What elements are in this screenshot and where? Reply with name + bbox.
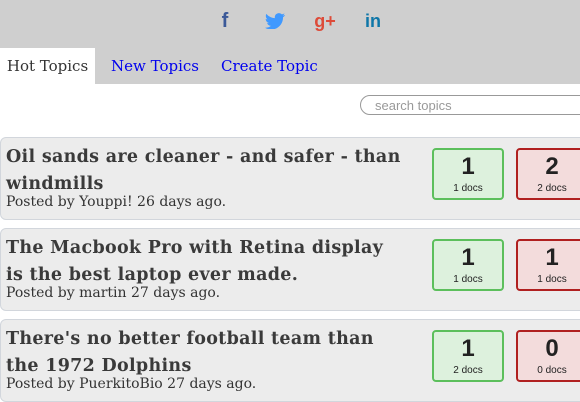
topic-title[interactable]: Oil sands are cleaner - and safer - than… <box>6 144 406 198</box>
twitter-icon[interactable] <box>260 8 290 34</box>
twitter-bird-svg <box>265 13 285 29</box>
topic-title[interactable]: There's no better football team than the… <box>6 326 406 380</box>
topic-title-line1: Oil sands are cleaner - and safer - than <box>6 147 401 167</box>
topic-title-line2: the 1972 Dolphins <box>6 356 192 376</box>
against-vote-button[interactable]: 0 0 docs <box>516 330 580 382</box>
topic-title-line1: The Macbook Pro with Retina display <box>6 238 384 258</box>
topic-meta: Posted by martin 27 days ago. <box>6 285 221 301</box>
header-bar: f g+ in Hot Topics New Topics Create Top… <box>0 0 580 84</box>
against-docs: 2 docs <box>537 183 567 194</box>
linkedin-icon[interactable]: in <box>358 8 388 34</box>
against-count: 2 <box>545 153 559 180</box>
facebook-icon[interactable]: f <box>210 8 240 34</box>
topic-card: Oil sands are cleaner - and safer - than… <box>0 137 580 220</box>
topic-title-line2: is the best laptop ever made. <box>6 265 299 285</box>
for-vote-button[interactable]: 1 1 docs <box>432 148 504 200</box>
google-plus-icon[interactable]: g+ <box>310 8 340 34</box>
for-count: 1 <box>461 153 475 180</box>
for-vote-button[interactable]: 1 1 docs <box>432 239 504 291</box>
against-count: 1 <box>545 244 559 271</box>
for-docs: 1 docs <box>453 183 483 194</box>
tab-new-topics[interactable]: New Topics <box>111 48 199 84</box>
tab-hot-topics[interactable]: Hot Topics <box>0 48 95 84</box>
for-vote-button[interactable]: 1 2 docs <box>432 330 504 382</box>
against-docs: 1 docs <box>537 274 567 285</box>
tab-create-topic[interactable]: Create Topic <box>221 48 318 84</box>
for-docs: 2 docs <box>453 365 483 376</box>
against-count: 0 <box>545 335 559 362</box>
against-vote-button[interactable]: 1 1 docs <box>516 239 580 291</box>
for-count: 1 <box>461 244 475 271</box>
for-docs: 1 docs <box>453 274 483 285</box>
topic-card: There's no better football team than the… <box>0 319 580 402</box>
topic-meta: Posted by PuerkitoBio 27 days ago. <box>6 376 257 392</box>
against-vote-button[interactable]: 2 2 docs <box>516 148 580 200</box>
for-count: 1 <box>461 335 475 362</box>
topic-card: The Macbook Pro with Retina display is t… <box>0 228 580 311</box>
topic-title[interactable]: The Macbook Pro with Retina display is t… <box>6 235 406 289</box>
topic-title-line2: windmills <box>6 174 104 194</box>
against-docs: 0 docs <box>537 365 567 376</box>
topic-meta: Posted by Youppi! 26 days ago. <box>6 194 227 210</box>
topic-title-line1: There's no better football team than <box>6 329 374 349</box>
search-input[interactable] <box>360 95 580 115</box>
